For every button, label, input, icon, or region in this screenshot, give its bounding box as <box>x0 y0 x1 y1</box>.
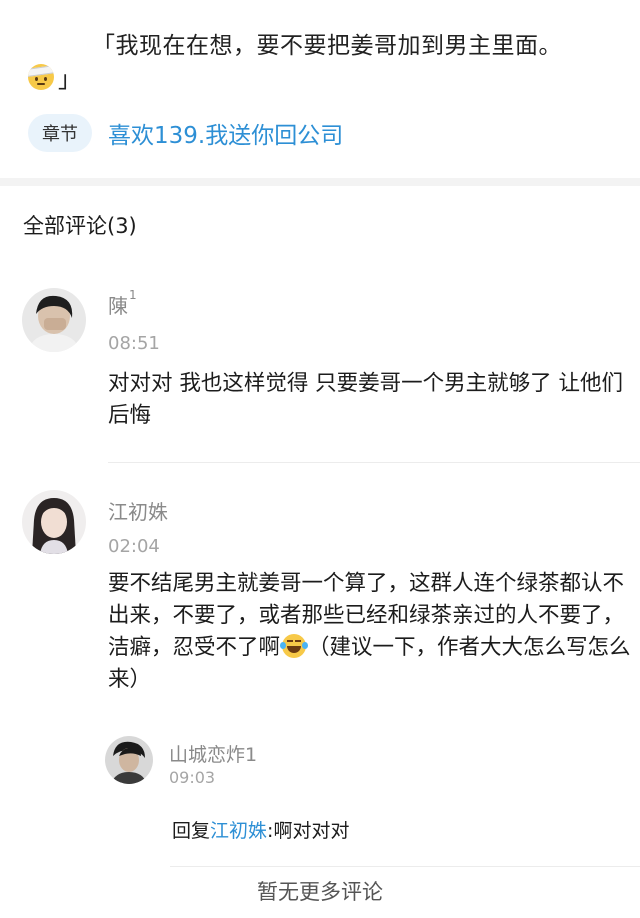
reply-divider <box>170 866 640 867</box>
quote-line: 「我现在在想，要不要把姜哥加到男主里面。 <box>92 33 562 59</box>
comment-text: 对对对 我也这样觉得 只要姜哥一个男主就够了 让他们后悔 <box>108 371 624 428</box>
comment-username[interactable]: 江初姝 <box>108 496 168 525</box>
user-level-badge: 1 <box>129 288 137 302</box>
comment-time: 02:04 <box>108 536 160 557</box>
comment-username[interactable]: 陳1 <box>108 288 137 319</box>
quote-close-mark: 」 <box>58 67 81 93</box>
comment-time: 08:51 <box>108 333 160 354</box>
comment-text: 要不结尾男主就姜哥一个算了，这群人连个绿茶都认不出来，不要了，或者那些已经和绿茶… <box>108 571 631 692</box>
chapter-tag: 章节 <box>28 114 92 152</box>
avatar[interactable] <box>22 288 86 352</box>
quoted-text-block: 「我现在在想，要不要把姜哥加到男主里面。 」 <box>0 0 640 100</box>
section-divider <box>0 178 640 186</box>
comment-divider <box>108 462 640 463</box>
laughing-tears-emoji-icon <box>280 634 309 658</box>
quote-line-end: 」 <box>28 60 81 94</box>
chapter-link[interactable]: 喜欢139.我送你回公司 <box>108 116 343 150</box>
reply-text: 回复江初姝:啊对对对 <box>172 820 350 842</box>
bandaged-face-emoji-icon <box>28 64 54 90</box>
reply-avatar[interactable] <box>105 736 153 784</box>
no-more-comments: 暂无更多评论 <box>257 880 383 904</box>
reply-time: 09:03 <box>169 768 216 787</box>
reply-username[interactable]: 山城恋炸1 <box>169 740 257 767</box>
comments-title: 全部评论(3) <box>23 214 137 238</box>
avatar[interactable] <box>22 490 86 554</box>
reply-to-link[interactable]: 江初姝 <box>210 820 267 842</box>
chapter-row: 章节 喜欢139.我送你回公司 <box>28 112 343 154</box>
reply-item: 山城恋炸1 09:03 <box>105 736 625 796</box>
